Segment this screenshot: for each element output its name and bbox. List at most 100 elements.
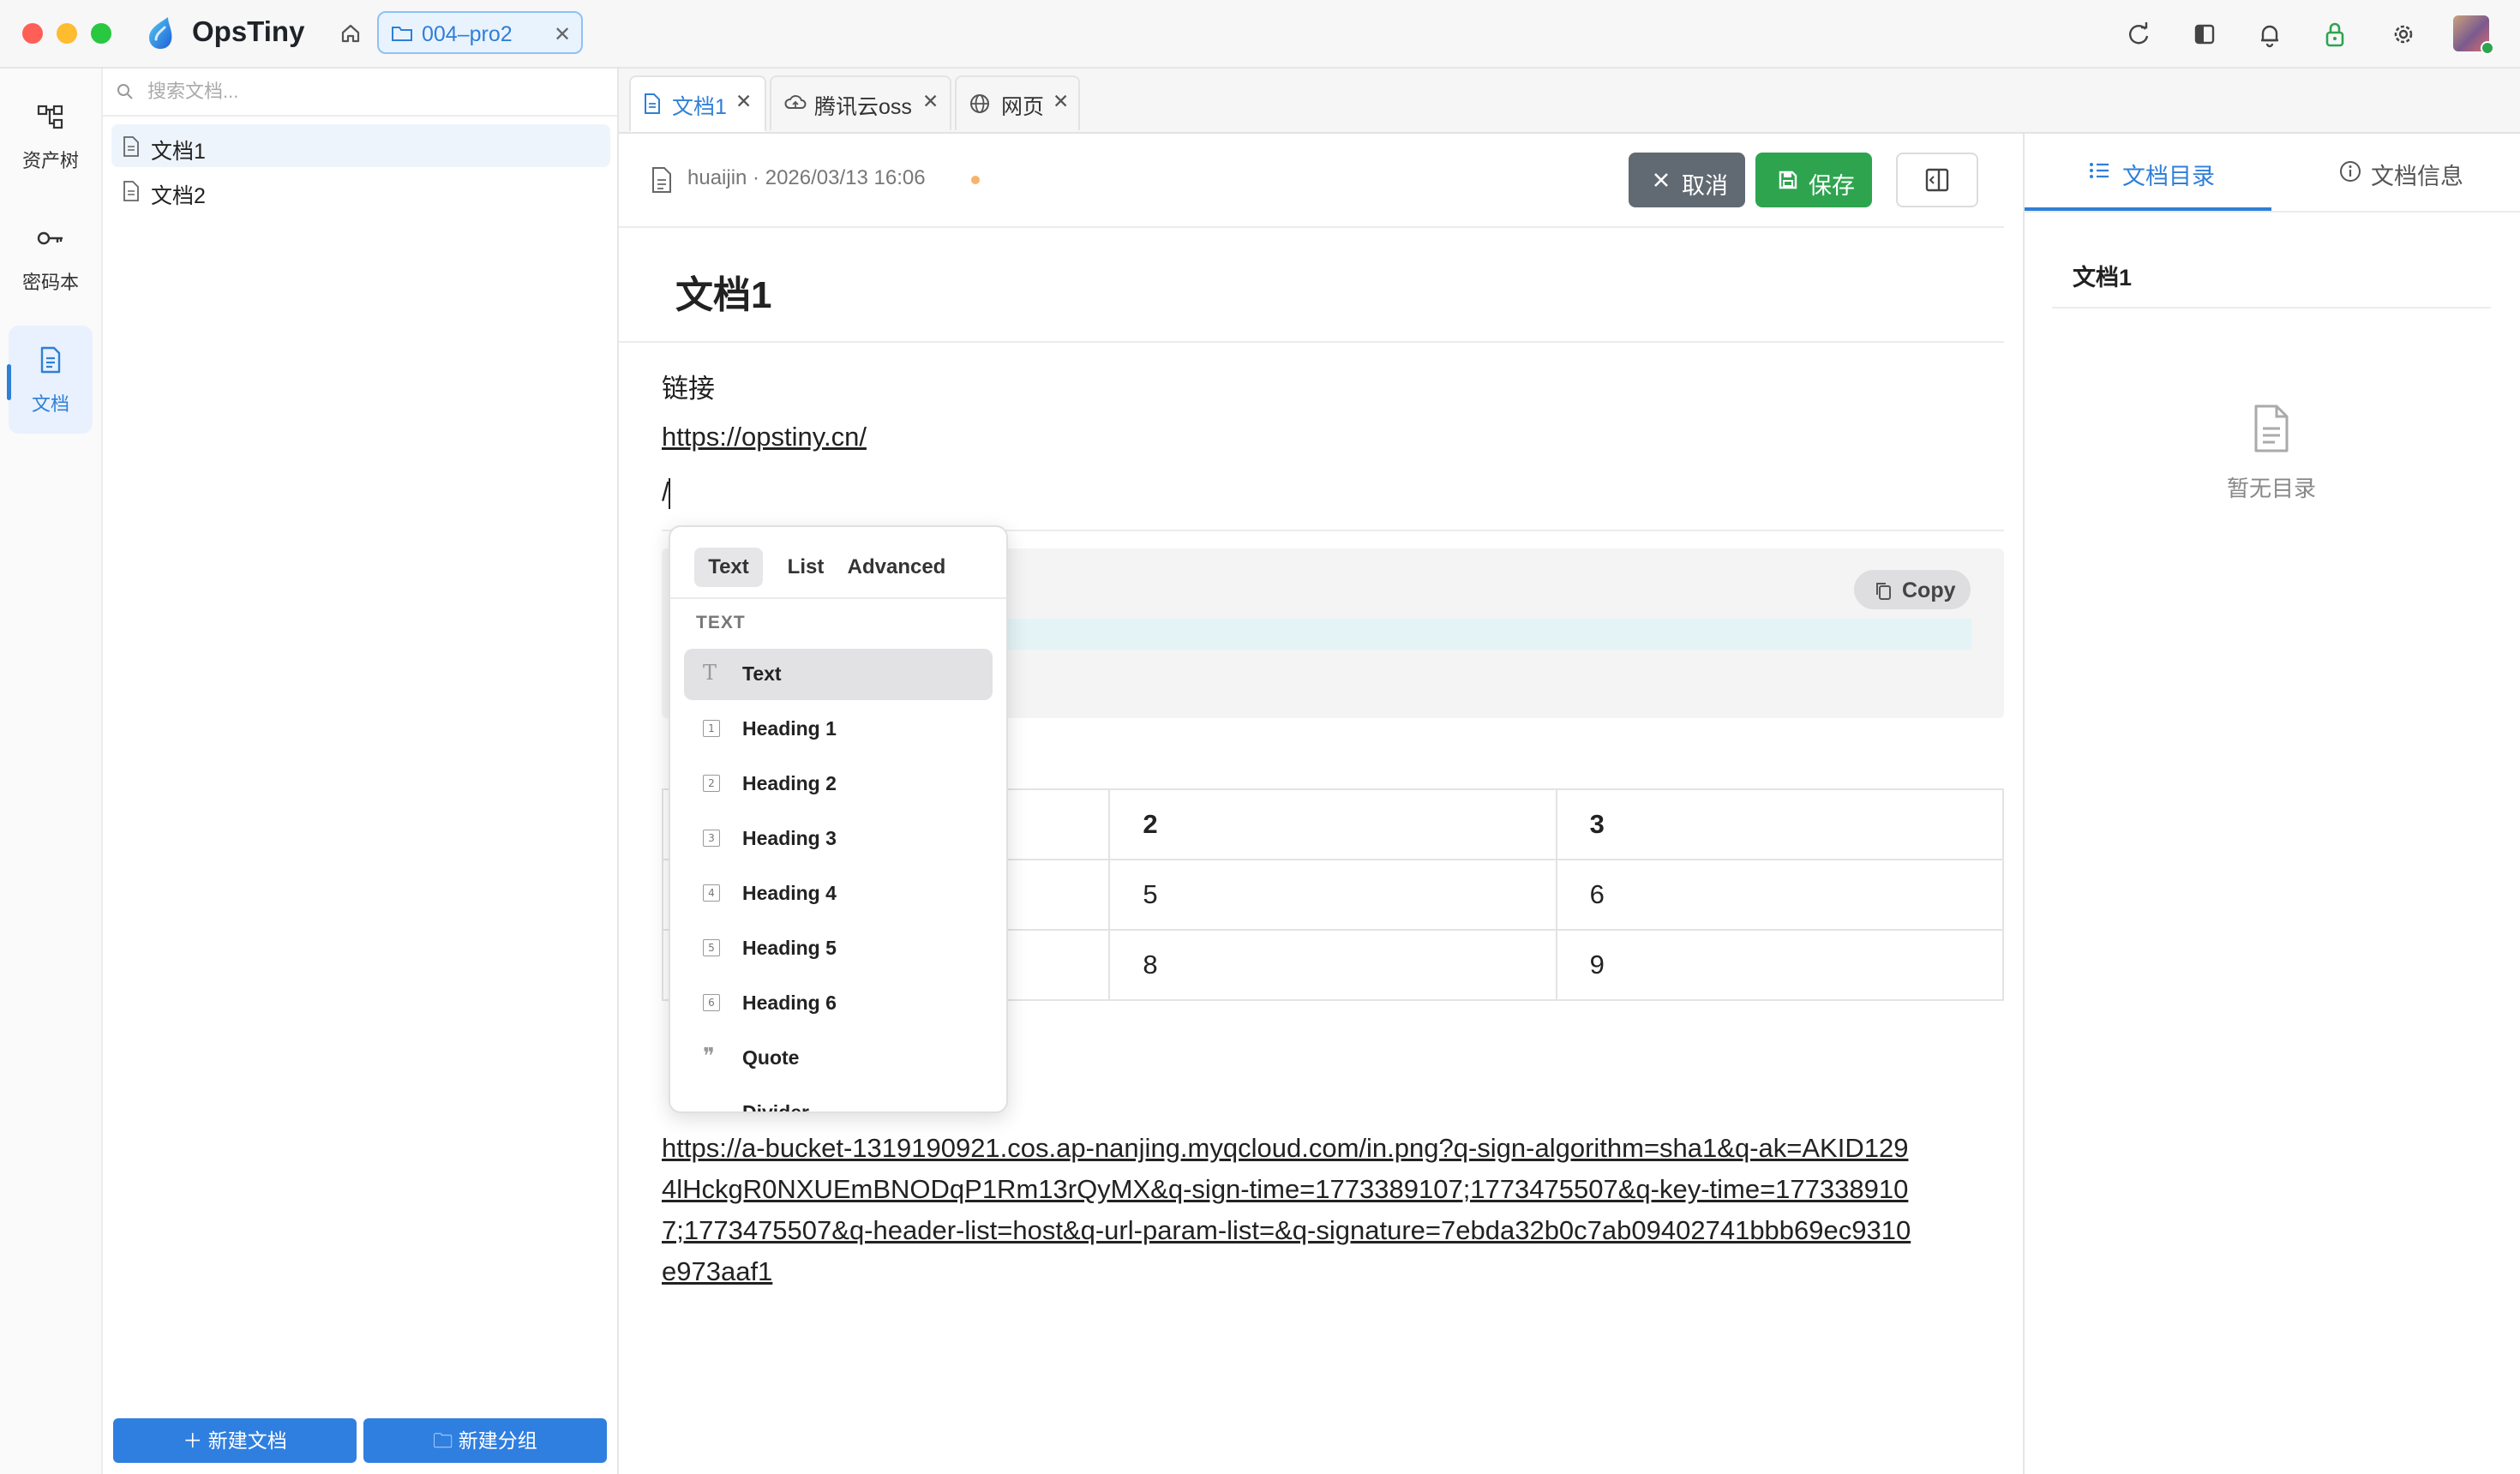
quote-icon: ❞ <box>703 1043 715 1069</box>
save-icon <box>1778 170 1798 190</box>
menu-item-heading-2[interactable]: 2 Heading 2 <box>684 758 993 810</box>
menu-tab-advanced[interactable]: Advanced <box>845 548 948 587</box>
doc-item-1[interactable]: 文档1 <box>111 124 610 167</box>
heading-6-icon: 6 <box>703 994 722 1013</box>
menu-item-text[interactable]: T Text <box>684 649 993 700</box>
rail-item-label: 文档 <box>31 393 69 415</box>
document-title[interactable]: 文档1 <box>675 264 771 319</box>
tab-label: 文档信息 <box>2371 164 2463 189</box>
workspace-chip-label: 004–pro2 <box>422 22 513 46</box>
menu-tab-list[interactable]: List <box>780 548 831 587</box>
heading-1-icon: 1 <box>703 720 722 739</box>
menu-item-label: Quote <box>742 1046 800 1069</box>
rail-item-label: 资产树 <box>21 150 79 171</box>
menu-item-quote[interactable]: ❞ Quote <box>684 1033 993 1084</box>
online-status-dot <box>2481 41 2494 55</box>
search-icon <box>115 81 135 102</box>
new-document-label: 新建文档 <box>207 1429 287 1452</box>
search-input[interactable] <box>146 75 595 108</box>
rail-item-asset-tree[interactable]: 资产树 <box>9 82 93 190</box>
active-tab-underline <box>2025 207 2271 211</box>
app-title: OpsTiny <box>192 15 305 47</box>
menu-item-heading-1[interactable]: 1 Heading 1 <box>684 704 993 755</box>
tab-document-outline[interactable]: 文档目录 <box>2025 134 2271 211</box>
right-panel <box>2023 134 2520 1474</box>
tab-doc1[interactable]: 文档1 ✕ <box>629 75 766 132</box>
tab-webpage[interactable]: 网页 ✕ <box>955 75 1080 130</box>
doc-item-2[interactable]: 文档2 <box>111 169 610 212</box>
outline-document-name[interactable]: 文档1 <box>2073 259 2132 292</box>
workspace-chip[interactable]: 004–pro2 ✕ <box>377 11 583 54</box>
hyperlink[interactable]: https://a-bucket-1319190921.cos.ap-nanji… <box>662 1128 1922 1292</box>
minimize-window-button[interactable] <box>57 23 77 44</box>
table-cell[interactable]: 2 <box>1108 788 1557 860</box>
new-group-button[interactable]: 🗀 新建分组 <box>363 1418 607 1463</box>
rail-active-indicator <box>7 364 11 400</box>
cancel-label: 取消 <box>1682 173 1728 199</box>
copy-code-button[interactable]: Copy <box>1854 570 1971 609</box>
outline-divider <box>2052 307 2491 309</box>
gear-icon <box>2394 25 2413 44</box>
folder-plus-icon: 🗀 <box>433 1429 459 1452</box>
heading-5-icon: 5 <box>703 939 722 958</box>
table-cell[interactable]: 8 <box>1108 929 1557 1001</box>
paragraph[interactable]: 链接 <box>662 367 715 405</box>
rail-item-label: 密码本 <box>21 272 79 293</box>
divider-icon <box>703 1104 722 1111</box>
menu-item-label: Heading 2 <box>742 772 837 794</box>
close-window-button[interactable] <box>22 23 43 44</box>
save-button[interactable]: 保存 <box>1755 153 1872 207</box>
toggle-right-panel-button[interactable] <box>1896 153 1978 207</box>
table-cell[interactable]: 5 <box>1108 859 1557 931</box>
copy-icon <box>1873 580 1893 601</box>
panel-right-icon <box>1925 168 1949 192</box>
app-logo-icon <box>142 14 180 51</box>
document-meta: huaijin · 2026/03/13 16:06 <box>687 166 926 189</box>
table-cell[interactable]: 6 <box>1555 859 2005 931</box>
close-icon <box>1651 170 1671 190</box>
cancel-button[interactable]: 取消 <box>1629 153 1745 207</box>
home-button[interactable] <box>334 17 367 50</box>
menu-item-heading-3[interactable]: 3 Heading 3 <box>684 813 993 865</box>
menu-section-title: TEXT <box>696 613 746 632</box>
document-icon <box>122 135 141 158</box>
menu-item-heading-6[interactable]: 6 Heading 6 <box>684 978 993 1029</box>
title-divider <box>619 341 2004 343</box>
rail-item-documents[interactable]: 文档 <box>9 326 93 434</box>
unsaved-indicator <box>971 176 980 184</box>
maximize-window-button[interactable] <box>91 23 111 44</box>
table-cell[interactable]: 3 <box>1555 788 2005 860</box>
heading-2-icon: 2 <box>703 775 722 794</box>
table-cell[interactable]: 9 <box>1555 929 2005 1001</box>
document-search <box>103 69 617 117</box>
text-caret <box>669 478 670 509</box>
tab-document-info[interactable]: 文档信息 <box>2271 134 2520 211</box>
menu-item-label: Heading 4 <box>742 882 837 904</box>
tab-label: 腾讯云oss <box>814 95 912 119</box>
save-label: 保存 <box>1809 173 1855 199</box>
menu-item-label: Heading 1 <box>742 717 837 740</box>
sidebar-toggle-button[interactable] <box>2187 17 2222 51</box>
settings-button[interactable] <box>2386 17 2421 51</box>
new-document-button[interactable]: ＋ 新建文档 <box>113 1418 357 1463</box>
hyperlink[interactable]: https://opstiny.cn/ <box>662 422 867 452</box>
close-chip-icon[interactable]: ✕ <box>554 22 571 47</box>
refresh-button[interactable] <box>2122 17 2157 51</box>
tab-tencent-oss[interactable]: 腾讯云oss ✕ <box>770 75 951 130</box>
close-tab-icon[interactable]: ✕ <box>735 90 752 113</box>
slash-command-menu: Text List Advanced TEXT T Text 1 Heading… <box>669 525 1008 1113</box>
notifications-button[interactable] <box>2253 17 2287 51</box>
menu-tab-text[interactable]: Text <box>694 548 763 587</box>
globe-icon <box>969 93 991 115</box>
rail-item-passwords[interactable]: 密码本 <box>9 204 93 312</box>
close-tab-icon[interactable]: ✕ <box>1053 90 1069 113</box>
plus-icon: ＋ <box>183 1429 208 1452</box>
menu-item-heading-5[interactable]: 5 Heading 5 <box>684 923 993 974</box>
info-icon <box>2338 159 2362 183</box>
menu-divider <box>670 597 1006 599</box>
menu-item-divider[interactable]: Divider <box>684 1088 993 1111</box>
close-tab-icon[interactable]: ✕ <box>922 90 939 113</box>
doc-item-label: 文档2 <box>151 184 206 208</box>
lock-button[interactable] <box>2318 17 2352 51</box>
menu-item-heading-4[interactable]: 4 Heading 4 <box>684 868 993 920</box>
